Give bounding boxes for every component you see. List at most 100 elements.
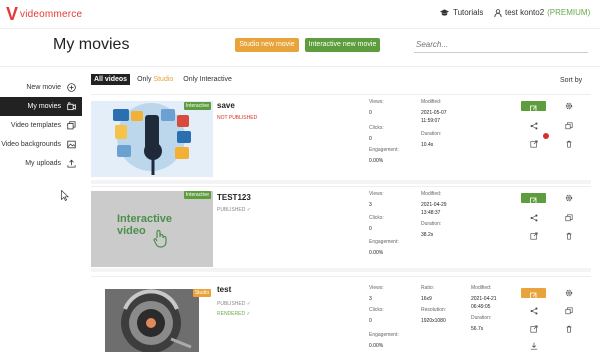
views-stat: Views: 3: [369, 285, 384, 302]
trash-icon[interactable]: [565, 140, 573, 148]
thumbnail-photo: [105, 289, 199, 352]
sidebar-item-new-movie[interactable]: New movie: [0, 78, 82, 97]
filter-only-label: Only: [137, 76, 152, 83]
engagement-stat: Engagement: 0.00%: [369, 332, 399, 349]
movie-thumbnail[interactable]: Interactive video Interactive: [91, 191, 213, 267]
engagement-value: 0.00%: [369, 343, 384, 349]
publish-status: PUBLISHED ✓: [217, 207, 251, 213]
sidebar-item-video-backgrounds[interactable]: Video backgrounds: [0, 135, 82, 154]
modified-label: Modified:: [421, 191, 442, 197]
duration-label: Duration:: [421, 221, 442, 227]
modified-label: Modified:: [421, 99, 442, 105]
movie-thumbnail[interactable]: Interactive: [91, 101, 213, 177]
download-icon[interactable]: [530, 342, 538, 350]
sidebar-item-label: Video templates: [10, 122, 61, 129]
edit-button[interactable]: [521, 193, 546, 204]
sidebar-item-my-uploads[interactable]: My uploads: [0, 154, 82, 173]
sidebar-item-label: Video backgrounds: [1, 141, 61, 148]
ratio-value: 16x9: [421, 296, 432, 302]
logo-v-icon: V: [6, 4, 19, 24]
clicks-label: Clicks:: [369, 307, 384, 313]
edit-icon: [530, 292, 537, 299]
duration-value: 38.2s: [421, 232, 434, 238]
badge-interactive: Interactive: [183, 191, 211, 199]
open-external-icon[interactable]: [530, 325, 538, 333]
open-external-icon[interactable]: [530, 140, 538, 148]
duration-label: Duration:: [471, 315, 492, 321]
movie-thumbnail[interactable]: Studio: [91, 289, 213, 352]
duration-value: 56.7s: [471, 326, 484, 332]
image-icon: [67, 140, 76, 149]
interactive-new-movie-button[interactable]: Interactive new movie: [305, 38, 380, 52]
tutorials-label: Tutorials: [453, 8, 484, 17]
modified-time: 11:59:07: [421, 118, 441, 124]
app-logo[interactable]: V videommerce: [6, 5, 82, 23]
edit-icon: [530, 197, 537, 204]
edit-button[interactable]: [521, 288, 546, 299]
filter-only-interactive[interactable]: Only Interactive: [180, 74, 235, 85]
thumbnail-illustration: [91, 101, 213, 177]
settings-icon[interactable]: [565, 289, 573, 297]
sidebar-item-my-movies[interactable]: My movies: [0, 97, 82, 116]
mouse-cursor-icon: [61, 190, 69, 201]
search-input[interactable]: [414, 37, 588, 53]
sidebar-item-video-templates[interactable]: Video templates: [0, 116, 82, 135]
account-menu[interactable]: test konto2 (PREMIUM): [494, 8, 590, 17]
modified-date: 2021-05-07: [421, 110, 447, 116]
share-icon[interactable]: [530, 214, 538, 222]
resolution-stat: Resolution: 1920x1080: [421, 307, 446, 324]
modified-label: Modified:: [471, 285, 492, 291]
modified-stat: Modified: 2021-04-21 06:49:05: [471, 285, 497, 310]
filter-all-videos[interactable]: All videos: [91, 74, 131, 85]
movie-title[interactable]: save: [217, 101, 235, 110]
upload-icon: [67, 159, 76, 168]
share-icon[interactable]: [530, 307, 538, 315]
badge-studio: Studio: [192, 289, 211, 297]
clicks-value: 0: [369, 226, 372, 232]
modified-time: 06:49:05: [471, 304, 491, 310]
engagement-label: Engagement:: [369, 147, 399, 153]
modified-date: 2021-04-21: [471, 296, 497, 302]
duplicate-icon[interactable]: [565, 122, 573, 130]
movie-title[interactable]: test: [217, 285, 231, 294]
sidebar-item-label: My uploads: [25, 160, 61, 167]
open-external-icon[interactable]: [530, 232, 538, 240]
modified-stat: Modified: 2021-05-07 11:59:07: [421, 99, 447, 124]
duration-label: Duration:: [421, 131, 442, 137]
engagement-value: 0.00%: [369, 250, 384, 256]
sort-by-dropdown[interactable]: Sort by: [560, 77, 582, 84]
duplicate-icon[interactable]: [565, 214, 573, 222]
settings-icon[interactable]: [565, 194, 573, 202]
badge-interactive: Interactive: [183, 102, 211, 110]
duration-stat: Duration: 56.7s: [471, 315, 491, 332]
account-plan: (PREMIUM): [547, 8, 591, 17]
movie-title[interactable]: TEST123: [217, 193, 251, 202]
share-icon[interactable]: [530, 122, 538, 130]
resolution-value: 1920x1080: [421, 318, 446, 324]
movie-card: Studio test PUBLISHED ✓ RENDERED ✓ Views…: [91, 276, 591, 352]
studio-new-movie-button[interactable]: Studio new movie: [235, 38, 299, 52]
movie-icon: [67, 102, 76, 111]
thumb-text: Interactive: [117, 213, 173, 225]
edit-button[interactable]: [521, 101, 546, 112]
engagement-stat: Engagement: 0.00%: [369, 147, 399, 164]
filter-only-studio[interactable]: Only Studio: [134, 74, 176, 85]
account-name: test konto2: [505, 8, 545, 17]
duration-value: 10.4s: [421, 142, 434, 148]
modified-time: 13:48:37: [421, 210, 441, 216]
sidebar-item-label: New movie: [26, 84, 61, 91]
tutorials-link[interactable]: Tutorials: [440, 8, 483, 17]
engagement-stat: Engagement: 0.00%: [369, 239, 399, 256]
duplicate-icon[interactable]: [565, 307, 573, 315]
views-value: 0: [369, 110, 372, 116]
thumb-text: video: [117, 225, 146, 237]
top-bar: V videommerce Tutorials test konto2 (PRE…: [0, 0, 600, 29]
trash-icon[interactable]: [565, 232, 573, 240]
ratio-stat: Ratio: 16x9: [421, 285, 434, 302]
modified-stat: Modified: 2021-04-29 13:48:37: [421, 191, 447, 216]
settings-icon[interactable]: [565, 102, 573, 110]
trash-icon[interactable]: [565, 325, 573, 333]
card-divider: [91, 268, 591, 272]
engagement-label: Engagement:: [369, 332, 399, 338]
clicks-label: Clicks:: [369, 215, 384, 221]
